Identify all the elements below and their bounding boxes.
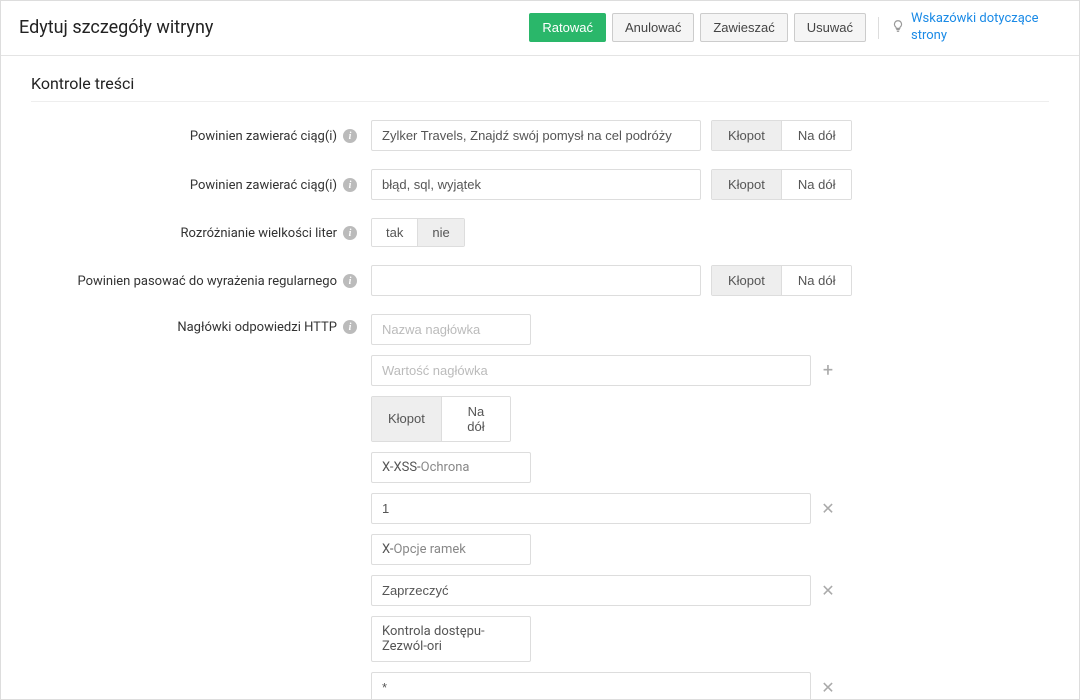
page-header: Edytuj szczegóły witryny Ratować Anulowa… — [1, 1, 1079, 56]
remove-icon[interactable]: ✕ — [819, 499, 837, 518]
case-sensitive-toggle[interactable]: tak nie — [371, 218, 465, 247]
header-value-display[interactable] — [371, 575, 811, 606]
delete-button[interactable]: Usuwać — [794, 13, 866, 42]
label-should-contain: Powinien zawierać ciąg(i) — [190, 129, 337, 144]
info-icon[interactable]: i — [343, 129, 357, 143]
section-title: Kontrole treści — [31, 74, 1049, 93]
page-title: Edytuj szczegóły witryny — [19, 17, 213, 38]
severity-down[interactable]: Na dół — [782, 266, 852, 295]
info-icon[interactable]: i — [343, 320, 357, 334]
bulb-icon — [891, 19, 905, 37]
header-value-display[interactable] — [371, 672, 811, 700]
save-button[interactable]: Ratować — [529, 13, 606, 42]
cancel-button[interactable]: Anulować — [612, 13, 694, 42]
label-regex: Powinien pasować do wyrażenia regularneg… — [77, 274, 337, 289]
header-name-display[interactable]: Kontrola dostępu-Zezwól-ori — [371, 616, 531, 662]
should-contain-input[interactable] — [371, 120, 701, 151]
info-icon[interactable]: i — [343, 226, 357, 240]
severity-trouble[interactable]: Kłopot — [372, 397, 442, 441]
header-value-input[interactable] — [371, 355, 811, 386]
severity-toggle[interactable]: Kłopot Na dół — [711, 120, 852, 151]
add-icon[interactable]: + — [819, 360, 837, 381]
suspend-button[interactable]: Zawieszać — [700, 13, 787, 42]
section-divider — [31, 101, 1049, 102]
header-name-display[interactable]: X-Opcje ramek — [371, 534, 531, 565]
toggle-no[interactable]: nie — [417, 219, 463, 246]
label-should-contain-2: Powinien zawierać ciąg(i) — [190, 178, 337, 193]
header-name-rest: Ochrona — [421, 460, 470, 475]
severity-down[interactable]: Na dół — [442, 397, 510, 441]
header-name-input[interactable] — [371, 314, 531, 345]
severity-trouble[interactable]: Kłopot — [712, 170, 782, 199]
severity-toggle[interactable]: Kłopot Na dół — [371, 396, 511, 442]
severity-toggle[interactable]: Kłopot Na dół — [711, 265, 852, 296]
header-name-full: Kontrola dostępu-Zezwól-ori — [382, 624, 485, 654]
page-tips-link[interactable]: Wskazówki dotyczące strony — [911, 11, 1061, 45]
header-name-display[interactable]: X-XSS-Ochrona — [371, 452, 531, 483]
header-name-rest: Opcje ramek — [393, 542, 465, 557]
header-value-display[interactable] — [371, 493, 811, 524]
severity-trouble[interactable]: Kłopot — [712, 266, 782, 295]
severity-down[interactable]: Na dół — [782, 170, 852, 199]
header-name-prefix: X- — [382, 542, 393, 557]
label-case-sensitive: Rozróżnianie wielkości liter — [181, 226, 337, 241]
header-actions: Ratować Anulować Zawieszać Usuwać Wskazó… — [529, 11, 1061, 45]
info-icon[interactable]: i — [343, 274, 357, 288]
info-icon[interactable]: i — [343, 178, 357, 192]
remove-icon[interactable]: ✕ — [819, 581, 837, 600]
severity-toggle[interactable]: Kłopot Na dół — [711, 169, 852, 200]
severity-down[interactable]: Na dół — [782, 121, 852, 150]
header-name-prefix: X-XSS- — [382, 460, 421, 475]
label-http-headers: Nagłówki odpowiedzi HTTP — [177, 320, 337, 335]
regex-input[interactable] — [371, 265, 701, 296]
toggle-yes[interactable]: tak — [372, 219, 417, 246]
divider — [878, 17, 879, 39]
should-contain-input-2[interactable] — [371, 169, 701, 200]
remove-icon[interactable]: ✕ — [819, 678, 837, 697]
severity-trouble[interactable]: Kłopot — [712, 121, 782, 150]
